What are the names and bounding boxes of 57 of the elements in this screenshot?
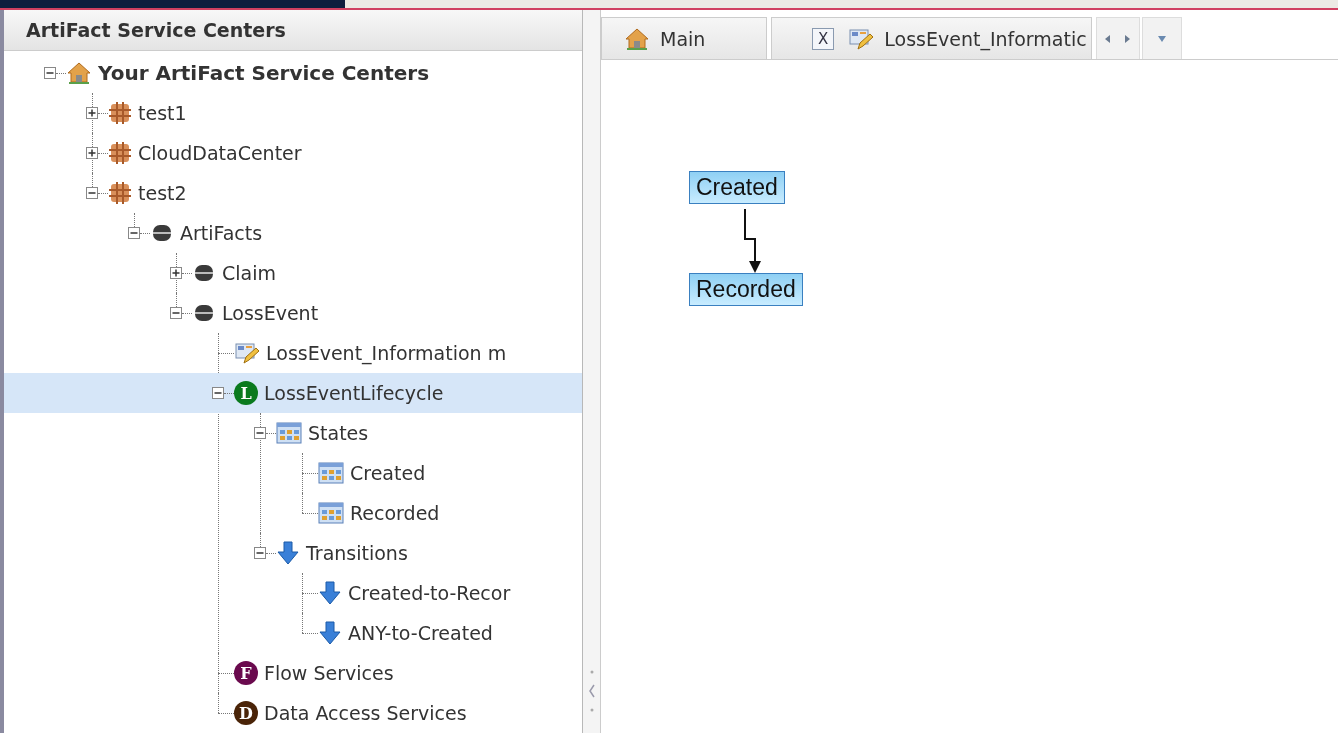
tree-item[interactable]: LossEventLifecycle xyxy=(264,382,444,404)
document-pencil-icon xyxy=(234,341,260,365)
down-arrow-icon xyxy=(318,581,342,605)
letter-badge: L xyxy=(234,381,258,405)
collapse-toggle[interactable] xyxy=(254,427,266,439)
tree-item[interactable]: CloudDataCenter xyxy=(138,142,302,164)
house-icon xyxy=(624,26,650,51)
scroll-left-icon[interactable] xyxy=(1103,33,1112,44)
tree-item[interactable]: ArtiFacts xyxy=(180,222,263,244)
tree-item[interactable]: Your ArtiFact Service Centers xyxy=(98,61,430,85)
collapse-toggle[interactable] xyxy=(170,307,182,319)
down-arrow-icon xyxy=(276,541,300,565)
collapse-toggle[interactable] xyxy=(44,67,56,79)
tree-item[interactable]: Flow Services xyxy=(264,662,394,684)
tree-item[interactable]: Data Access Services xyxy=(264,702,467,724)
tree-item[interactable]: Created xyxy=(350,462,426,484)
collapse-toggle[interactable] xyxy=(254,547,266,559)
tree-item[interactable]: LossEvent_Information m xyxy=(266,342,507,364)
database-icon xyxy=(192,302,216,324)
tree-item[interactable]: test1 xyxy=(138,102,187,124)
close-button[interactable]: X xyxy=(812,27,835,50)
down-arrow-icon xyxy=(318,621,342,645)
tree-item[interactable]: Recorded xyxy=(350,502,440,524)
expand-toggle[interactable] xyxy=(170,267,182,279)
tree-item[interactable]: Created-to-Recor xyxy=(348,582,511,604)
database-icon xyxy=(192,262,216,284)
tree-item[interactable]: ANY-to-Created xyxy=(348,622,493,644)
expand-toggle[interactable] xyxy=(86,147,98,159)
house-icon xyxy=(66,61,92,85)
grid-block-icon xyxy=(108,101,132,125)
tree-item[interactable]: LossEvent xyxy=(222,302,319,324)
tree-item[interactable]: Claim xyxy=(222,262,276,284)
tree-item[interactable]: States xyxy=(308,422,369,444)
table-icon xyxy=(318,462,344,484)
database-icon xyxy=(150,222,174,244)
document-pencil-icon xyxy=(848,26,875,51)
expand-toggle[interactable] xyxy=(86,107,98,119)
letter-badge: D xyxy=(234,701,258,725)
letter-badge: F xyxy=(234,661,258,685)
transition-arrow xyxy=(744,208,761,273)
panel-title: ArtiFact Service Centers xyxy=(26,19,286,41)
state-node: Recorded xyxy=(689,273,803,306)
table-icon xyxy=(318,502,344,524)
grid-block-icon xyxy=(108,181,132,205)
caret-icon xyxy=(1156,35,1167,42)
collapse-toggle[interactable] xyxy=(128,227,140,239)
state-node: Created xyxy=(689,171,785,204)
tab-label: Main xyxy=(660,27,706,50)
tab[interactable]: X LossEvent_Informatic xyxy=(771,17,1092,59)
table-icon xyxy=(276,422,302,444)
tree-item[interactable]: Transitions xyxy=(306,542,408,564)
collapse-toggle[interactable] xyxy=(86,187,98,199)
grid-block-icon xyxy=(108,141,132,165)
tree-item[interactable]: test2 xyxy=(138,182,187,204)
tab[interactable]: Main xyxy=(601,17,767,59)
collapse-toggle[interactable] xyxy=(212,387,224,399)
tab-label: LossEvent_Informatic xyxy=(884,27,1087,50)
